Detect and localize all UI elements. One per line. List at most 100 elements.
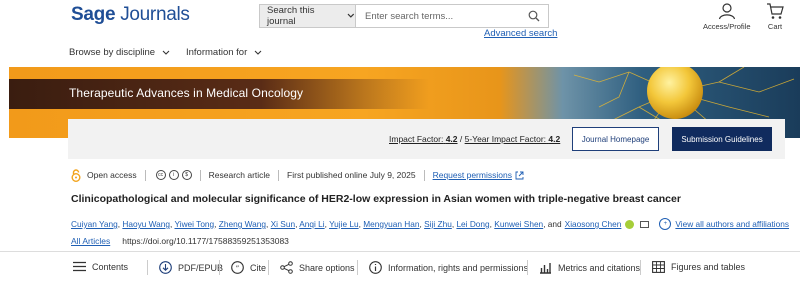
share-options-label: Share options <box>299 262 355 273</box>
request-permissions-link[interactable]: Request permissions <box>433 170 512 180</box>
creative-commons-icons[interactable]: cc i $ <box>155 170 192 180</box>
pdf-epub-label: PDF/EPUB <box>178 262 224 273</box>
author-link[interactable]: Haoyu Wang <box>122 219 170 229</box>
divider <box>357 260 358 275</box>
search-button[interactable] <box>520 5 548 27</box>
author-link[interactable]: Mengyuan Han <box>363 219 419 229</box>
browse-by-discipline-menu[interactable]: Browse by discipline <box>69 47 170 58</box>
cc-icon: cc <box>155 170 166 180</box>
impact-factor-label: Impact Factor: <box>389 134 444 144</box>
pdf-epub-button[interactable]: PDF/EPUB <box>147 260 224 275</box>
divider <box>278 169 280 181</box>
search-scope-select[interactable]: Search this journal <box>260 5 356 27</box>
article-meta: Open access cc i $ Research article Firs… <box>71 168 524 182</box>
chevron-down-icon <box>347 13 355 18</box>
journal-title[interactable]: Therapeutic Advances in Medical Oncology <box>69 86 303 100</box>
divider <box>144 169 146 181</box>
open-access-lock-icon <box>71 168 81 182</box>
sage-journals-logo[interactable]: Sage Journals <box>71 4 190 26</box>
advanced-search-link[interactable]: Advanced search <box>484 28 557 39</box>
five-year-impact-link[interactable]: 5-Year Impact Factor: 4.2 <box>465 134 561 144</box>
author-link[interactable]: Xi Sun <box>271 219 295 229</box>
email-icon[interactable] <box>640 220 650 228</box>
share-icon <box>280 261 293 274</box>
publication-date: First published online July 9, 2025 <box>287 170 416 180</box>
cart-label: Cart <box>767 22 783 31</box>
author-link[interactable]: Cuiyan Yang <box>71 219 118 229</box>
search-bar: Search this journal <box>259 4 549 28</box>
user-icon <box>718 3 735 20</box>
author-link[interactable]: Lei Dong <box>456 219 489 229</box>
doi-text[interactable]: https://doi.org/10.1177/1758835925135308… <box>122 236 289 246</box>
author-link[interactable]: Zheng Wang <box>219 219 266 229</box>
information-rights-label: Information, rights and permissions <box>388 262 529 273</box>
metrics-citations-label: Metrics and citations <box>558 262 641 273</box>
figures-tables-button[interactable]: Figures and tables <box>640 260 746 275</box>
author-list: Cuiyan Yang, Haoyu Wang, Yiwei Tong, Zhe… <box>71 218 789 230</box>
access-profile-label: Access/Profile <box>703 22 751 31</box>
divider <box>640 260 641 275</box>
download-icon <box>159 261 172 274</box>
contents-button[interactable]: Contents <box>73 261 128 272</box>
expand-authors-icon: + <box>659 218 672 230</box>
logo-text-bold: Sage <box>71 4 116 25</box>
figures-tables-label: Figures and tables <box>671 262 746 272</box>
chevron-down-icon <box>254 50 262 55</box>
svg-text:”: ” <box>236 265 240 273</box>
doi-row: All Articles https://doi.org/10.1177/175… <box>71 236 289 246</box>
author-links: Cuiyan Yang, Haoyu Wang, Yiwei Tong, Zhe… <box>71 219 543 229</box>
article-title: Clinicopathological and molecular signif… <box>71 193 681 205</box>
cc-by-icon: i <box>168 170 179 180</box>
discipline-nav: Browse by discipline Information for <box>0 40 800 62</box>
site-header: Sage Journals Search this journal Advanc… <box>0 0 800 40</box>
cite-label: Cite <box>250 262 267 273</box>
access-profile-button[interactable]: Access/Profile <box>703 2 751 31</box>
all-articles-link[interactable]: All Articles <box>71 236 110 246</box>
divider <box>527 260 528 275</box>
cart-icon <box>767 3 784 19</box>
article-toolbar: Contents PDF/EPUB ” Cite Share options I… <box>0 251 800 283</box>
share-options-button[interactable]: Share options <box>268 260 355 275</box>
impact-factor-value: 4.2 <box>445 134 458 144</box>
journal-homepage-button[interactable]: Journal Homepage <box>572 127 659 151</box>
cc-nc-icon: $ <box>181 170 192 180</box>
divider <box>268 260 269 275</box>
search-icon <box>528 10 540 22</box>
cite-button[interactable]: ” Cite <box>219 260 267 275</box>
metrics-citations-button[interactable]: Metrics and citations <box>527 260 641 275</box>
impact-factor-row: Impact Factor: 4.2 / 5-Year Impact Facto… <box>389 134 561 144</box>
view-all-authors-link[interactable]: View all authors and affiliations <box>675 219 789 229</box>
chevron-down-icon <box>162 50 170 55</box>
impact-factor-link[interactable]: Impact Factor: 4.2 <box>389 134 458 144</box>
open-access-label: Open access <box>87 170 137 180</box>
author-link-last[interactable]: Xiaosong Chen <box>565 219 622 229</box>
logo-text: Journals <box>120 4 190 25</box>
submission-guidelines-button[interactable]: Submission Guidelines <box>672 127 772 151</box>
search-input[interactable] <box>356 5 520 27</box>
author-link[interactable]: Kunwei Shen <box>494 219 543 229</box>
and-text: , and <box>543 219 562 229</box>
info-icon <box>369 261 382 274</box>
search-scope-label: Search this journal <box>267 5 315 27</box>
journal-info-card: Impact Factor: 4.2 / 5-Year Impact Facto… <box>68 119 785 159</box>
information-rights-button[interactable]: Information, rights and permissions <box>357 260 529 275</box>
external-link-icon <box>515 171 524 179</box>
divider <box>219 260 220 275</box>
author-link[interactable]: Yiwei Tong <box>175 219 215 229</box>
orcid-icon[interactable] <box>625 219 635 229</box>
five-year-impact-value: 4.2 <box>548 134 561 144</box>
article-type: Research article <box>208 170 271 180</box>
author-link[interactable]: Siji Zhu <box>424 219 452 229</box>
browse-label: Browse by discipline <box>69 47 156 58</box>
divider <box>147 260 148 275</box>
divider <box>199 169 201 181</box>
cart-button[interactable]: Cart <box>766 2 784 31</box>
five-year-impact-label: 5-Year Impact Factor: <box>464 134 547 144</box>
divider <box>423 169 425 181</box>
quote-icon: ” <box>231 261 244 274</box>
author-link[interactable]: Anqi Li <box>299 219 324 229</box>
bar-chart-icon <box>540 263 551 274</box>
author-link[interactable]: Yujie Lu <box>329 219 359 229</box>
view-all-authors-button[interactable]: + View all authors and affiliations <box>659 218 789 230</box>
information-for-menu[interactable]: Information for <box>186 47 262 58</box>
